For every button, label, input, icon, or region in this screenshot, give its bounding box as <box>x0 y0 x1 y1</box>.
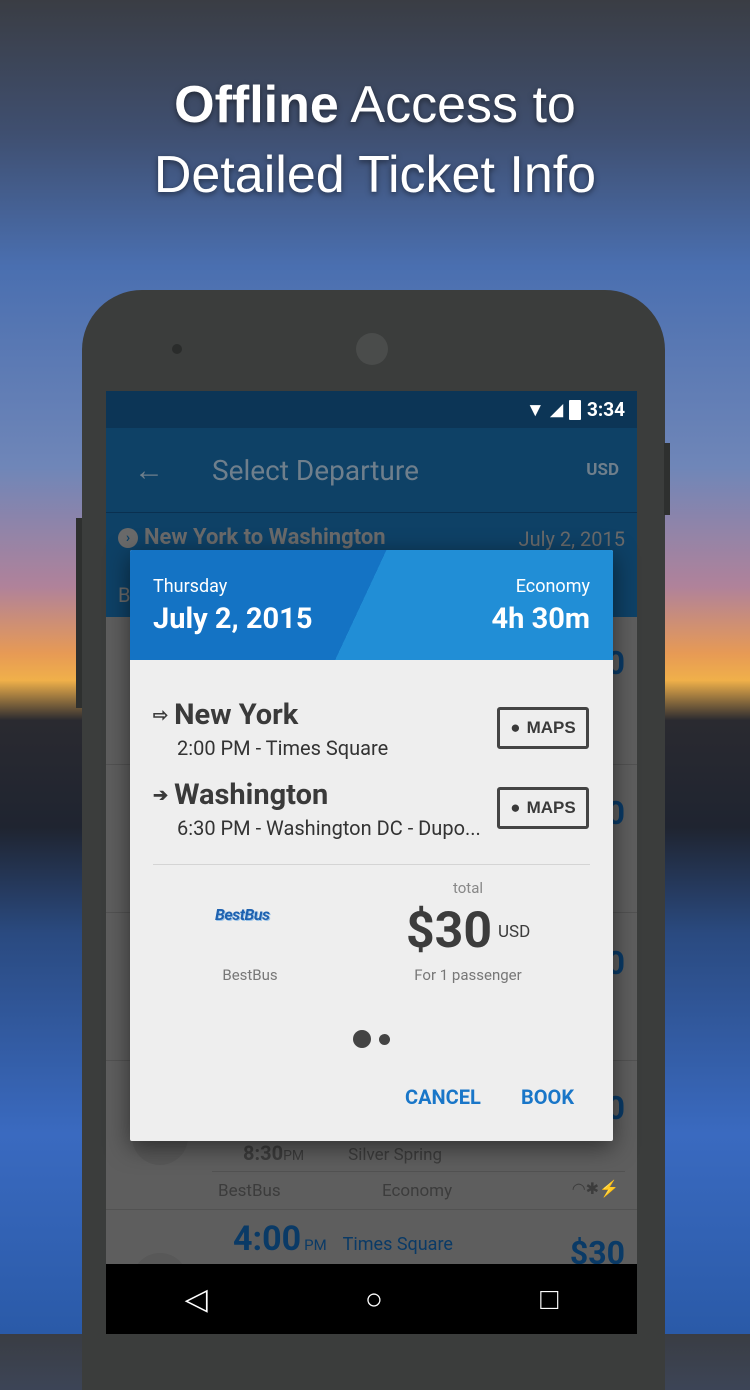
home-circle-icon[interactable]: ○ <box>365 1282 383 1317</box>
list-item[interactable]: 4:00 PM Times Square <box>233 1219 453 1259</box>
route-title: New York to Washington <box>144 525 386 550</box>
trip-duration: 4h 30m <box>491 602 590 636</box>
row-class: Economy <box>382 1181 453 1201</box>
divider <box>153 864 590 865</box>
app-bar: ← Select Departure USD <box>106 428 637 512</box>
maps-label: MAPS <box>526 718 576 737</box>
origin-stop: ⇨ New York 2:00 PM - Times Square <box>153 698 388 760</box>
cancel-button[interactable]: CANCEL <box>405 1085 481 1109</box>
arrive-time: 8:30 <box>243 1141 284 1165</box>
snowflake-icon: ✱ <box>585 1179 600 1198</box>
wifi-icon: ◠ <box>571 1179 586 1198</box>
operator-logo: BestBus <box>215 905 270 924</box>
destination-stop: ➔ Washington 6:30 PM - Washington DC - Du… <box>153 778 481 840</box>
sign-in-icon: ➔ <box>153 784 169 806</box>
amenities: ◠✱⚡ <box>572 1179 619 1198</box>
route-date: July 2, 2015 <box>518 527 625 551</box>
signal-icon: ◢ <box>550 400 563 419</box>
wifi-icon: ▼ <box>525 397 545 421</box>
plug-icon: ⚡ <box>599 1179 619 1198</box>
arrive-stop: Silver Spring <box>348 1145 443 1165</box>
operator-name: BestBus <box>222 966 278 984</box>
map-pin-icon: ● <box>510 718 521 737</box>
headline-rest: Access to <box>338 76 576 134</box>
destination-city: Washington <box>174 778 329 812</box>
map-pin-icon: ● <box>510 798 521 817</box>
sign-out-icon: ⇨ <box>153 704 169 726</box>
origin-detail: 2:00 PM - Times Square <box>177 736 389 760</box>
depart-ampm: PM <box>304 1236 327 1254</box>
promo-headline: Offline Access to Detailed Ticket Info <box>0 70 750 210</box>
battery-charging-icon <box>568 399 581 420</box>
page-indicator <box>130 1030 613 1048</box>
headline-line2: Detailed Ticket Info <box>153 146 597 204</box>
total-currency: USD <box>498 922 531 942</box>
dialog-header: Thursday July 2, 2015 Economy 4h 30m <box>130 550 613 660</box>
nav-bar: ◁ ○ □ <box>106 1264 637 1334</box>
status-time: 3:34 <box>586 398 625 421</box>
camera <box>172 344 182 354</box>
divider <box>212 1171 625 1172</box>
total-amount: $30 <box>406 902 493 960</box>
book-button[interactable]: BOOK <box>521 1085 574 1109</box>
depart-stop: Times Square <box>342 1234 453 1255</box>
maps-label: MAPS <box>526 798 576 817</box>
speaker <box>356 333 388 365</box>
ticket-dialog: Thursday July 2, 2015 Economy 4h 30m ⇨ Ne… <box>130 550 613 1141</box>
destination-detail: 6:30 PM - Washington DC - Dupo... <box>177 816 481 840</box>
origin-maps-button[interactable]: ● MAPS <box>497 707 589 749</box>
tab-partial[interactable]: B <box>118 583 130 607</box>
arrow-left-icon[interactable]: ← <box>134 453 212 488</box>
page-dot[interactable] <box>379 1033 390 1045</box>
volume-button <box>76 518 82 708</box>
divider <box>106 1209 637 1210</box>
power-button <box>664 443 670 515</box>
page-title: Select Departure <box>212 453 419 487</box>
list-item[interactable]: 8:30PM Silver Spring <box>243 1141 442 1165</box>
arrive-ampm: PM <box>283 1148 305 1164</box>
recents-square-icon[interactable]: □ <box>540 1282 558 1317</box>
chevron-circle-icon: › <box>118 527 138 548</box>
trip-date: July 2, 2015 <box>153 602 313 636</box>
currency-button[interactable]: USD <box>586 460 619 480</box>
headline-bold: Offline <box>174 76 339 134</box>
trip-day: Thursday <box>153 576 228 597</box>
depart-time: 4:00 <box>233 1219 302 1259</box>
total-label: total <box>452 879 484 897</box>
back-triangle-icon[interactable]: ◁ <box>185 1282 208 1317</box>
status-bar: ▼ ◢ 3:34 <box>106 391 637 428</box>
page-dot-active[interactable] <box>353 1030 371 1048</box>
row-operator: BestBus <box>218 1181 281 1201</box>
destination-maps-button[interactable]: ● MAPS <box>497 787 589 829</box>
trip-class: Economy <box>515 576 590 597</box>
passenger-count: For 1 passenger <box>414 966 522 984</box>
origin-city: New York <box>174 698 299 732</box>
